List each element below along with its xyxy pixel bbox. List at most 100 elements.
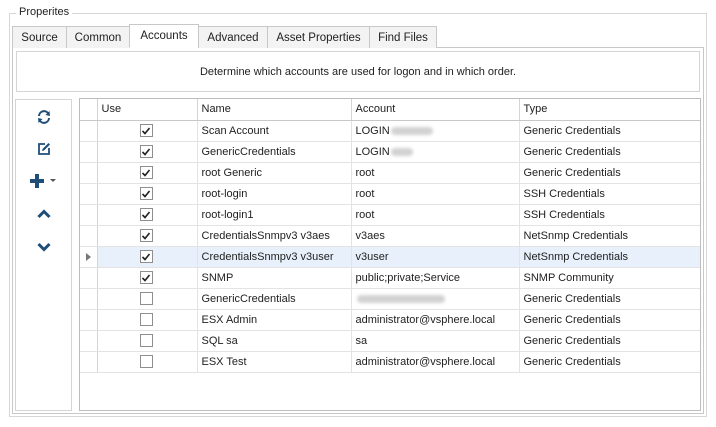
edit-icon [38,143,50,155]
type-cell[interactable]: SSH Credentials [519,183,700,205]
use-cell [97,225,198,247]
table-row[interactable]: GenericCredentials LOGIN Generic Credentia… [80,141,700,163]
row-indicator[interactable] [80,309,98,331]
refresh-icon [38,110,50,124]
column-header-use[interactable]: Use [97,99,198,121]
type-cell[interactable]: SSH Credentials [519,204,700,226]
use-cell [97,141,198,163]
tab-asset-properties[interactable]: Asset Properties [267,26,370,48]
name-cell[interactable]: CredentialsSnmpv3 v3user [197,246,352,268]
refresh-button[interactable] [33,106,55,128]
row-indicator[interactable] [80,183,98,205]
table-row[interactable]: root-login1 root SSH Credentials [80,204,700,226]
account-cell[interactable] [351,288,520,310]
add-button[interactable] [26,170,48,192]
row-indicator[interactable] [80,246,98,268]
column-header-name[interactable]: Name [197,99,352,121]
use-checkbox[interactable] [139,229,153,242]
row-indicator[interactable] [80,120,98,142]
type-cell[interactable]: Generic Credentials [519,288,700,310]
use-checkbox[interactable] [139,124,153,137]
name-cell[interactable]: GenericCredentials [197,141,352,163]
table-row[interactable]: CredentialsSnmpv3 v3user v3user NetSnmp Cr… [80,246,700,268]
account-cell[interactable]: LOGIN [351,120,520,142]
type-cell[interactable]: NetSnmp Credentials [519,246,700,268]
name-cell[interactable]: ESX Test [197,351,352,373]
use-checkbox[interactable] [139,187,153,200]
table-row[interactable]: GenericCredentials Generic Credentials [80,288,700,310]
accounts-grid[interactable]: Use Name Account Type Scan Account LOGIN G… [79,98,701,411]
row-indicator[interactable] [80,204,98,226]
use-checkbox[interactable] [139,166,153,179]
add-dropdown-button[interactable] [47,170,59,192]
type-cell[interactable]: Generic Credentials [519,120,700,142]
tab-advanced[interactable]: Advanced [198,26,268,48]
type-cell[interactable]: SNMP Community [519,267,700,289]
name-cell[interactable]: GenericCredentials [197,288,352,310]
name-cell[interactable]: ESX Admin [197,309,352,331]
use-checkbox[interactable] [139,334,153,347]
name-cell[interactable]: SQL sa [197,330,352,352]
type-cell[interactable]: Generic Credentials [519,309,700,331]
account-value: root [355,187,375,200]
use-checkbox[interactable] [139,355,153,368]
row-indicator[interactable] [80,330,98,352]
account-cell[interactable]: administrator@vsphere.local [351,351,520,373]
use-checkbox[interactable] [139,145,153,158]
move-down-button[interactable] [33,236,55,258]
row-indicator[interactable] [80,162,98,184]
account-cell[interactable]: administrator@vsphere.local [351,309,520,331]
accounts-toolbar [15,99,72,411]
account-cell[interactable]: root [351,183,520,205]
tab-find-files[interactable]: Find Files [369,26,437,48]
tab-accounts[interactable]: Accounts [129,24,199,48]
type-cell[interactable]: Generic Credentials [519,351,700,373]
name-cell[interactable]: CredentialsSnmpv3 v3aes [197,225,352,247]
name-cell[interactable]: SNMP [197,267,352,289]
use-checkbox[interactable] [139,250,153,263]
table-row[interactable]: root Generic root Generic Credentials [80,162,700,184]
name-cell[interactable]: Scan Account [197,120,352,142]
type-cell[interactable]: Generic Credentials [519,330,700,352]
account-cell[interactable]: v3user [351,246,520,268]
type-cell[interactable]: NetSnmp Credentials [519,225,700,247]
type-cell[interactable]: Generic Credentials [519,141,700,163]
groupbox-title: Properites [16,6,73,18]
row-indicator[interactable] [80,141,98,163]
account-cell[interactable]: root [351,204,520,226]
name-cell[interactable]: root Generic [197,162,352,184]
tab-source[interactable]: Source [12,26,67,48]
table-row[interactable]: SNMP public;private;Service SNMP Community [80,267,700,289]
account-cell[interactable]: LOGIN [351,141,520,163]
account-value: root [355,166,375,179]
edit-button[interactable] [33,138,55,160]
account-cell[interactable]: public;private;Service [351,267,520,289]
use-cell [97,162,198,184]
table-row[interactable]: Scan Account LOGIN Generic Credentials [80,120,700,142]
use-checkbox[interactable] [139,271,153,284]
table-row[interactable]: CredentialsSnmpv3 v3aes v3aes NetSnmp Cred… [80,225,700,247]
name-cell[interactable]: root-login1 [197,204,352,226]
column-header-account[interactable]: Account [351,99,520,121]
table-row[interactable]: root-login root SSH Credentials [80,183,700,205]
dropdown-arrow-icon [50,179,56,182]
column-header-type[interactable]: Type [519,99,700,121]
table-row[interactable]: ESX Admin administrator@vsphere.local Gene… [80,309,700,331]
use-checkbox[interactable] [139,313,153,326]
row-indicator[interactable] [80,351,98,373]
use-checkbox[interactable] [139,292,153,305]
use-cell [97,120,198,142]
move-up-button[interactable] [33,203,55,225]
tab-common[interactable]: Common [66,26,130,48]
use-checkbox[interactable] [139,208,153,221]
row-indicator[interactable] [80,267,98,289]
table-row[interactable]: ESX Test administrator@vsphere.local Gener… [80,351,700,373]
table-row[interactable]: SQL sa sa Generic Credentials [80,330,700,352]
row-indicator[interactable] [80,288,98,310]
account-cell[interactable]: root [351,162,520,184]
account-cell[interactable]: sa [351,330,520,352]
account-cell[interactable]: v3aes [351,225,520,247]
name-cell[interactable]: root-login [197,183,352,205]
row-indicator[interactable] [80,225,98,247]
type-cell[interactable]: Generic Credentials [519,162,700,184]
